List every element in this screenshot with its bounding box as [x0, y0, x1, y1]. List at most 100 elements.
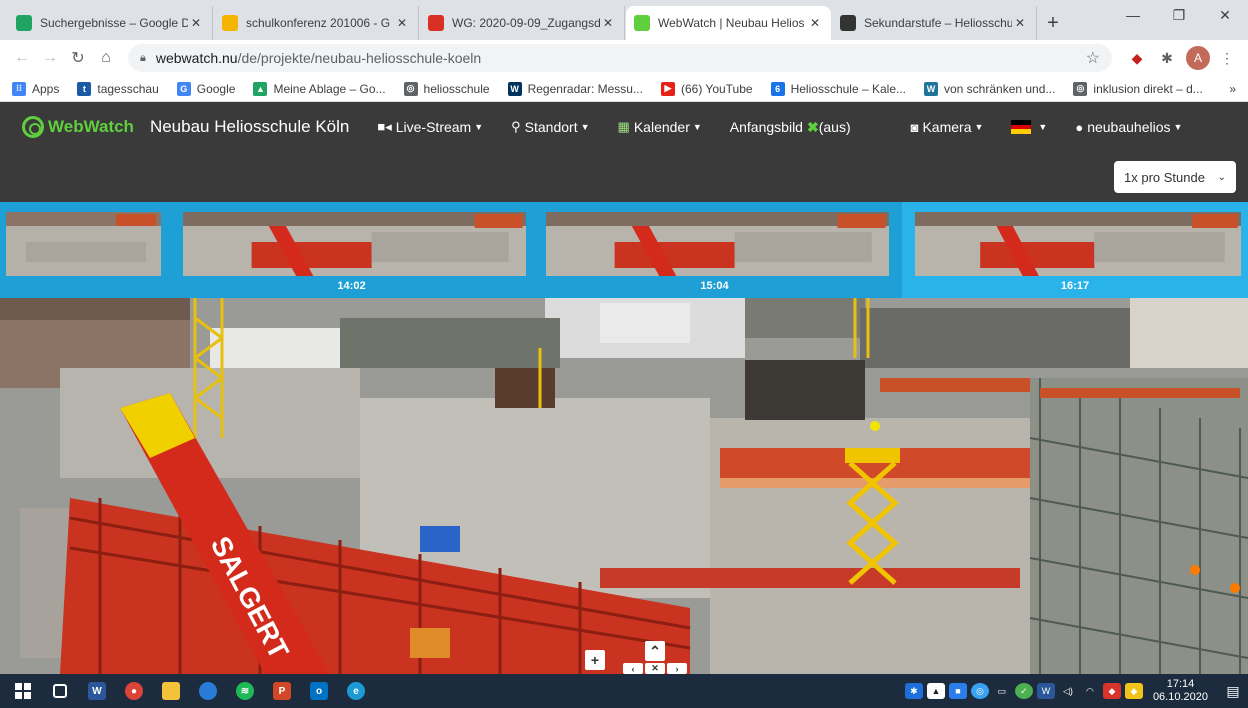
- wifi-icon[interactable]: ◠: [1081, 683, 1099, 699]
- tab-close-icon[interactable]: ✕: [394, 16, 410, 30]
- thumbnail-image[interactable]: [546, 212, 889, 278]
- extension-icon[interactable]: ◆: [1124, 45, 1150, 71]
- nav-language[interactable]: ▼: [1011, 120, 1048, 135]
- frequency-select[interactable]: 1x pro Stunde ⌄: [1114, 161, 1236, 193]
- camera-icon: ◙: [910, 119, 919, 135]
- pan-center-button[interactable]: ✕: [645, 663, 665, 674]
- webcam-image[interactable]: SALGERT: [0, 298, 1248, 674]
- bookmark-label: inklusion direkt – d...: [1093, 81, 1203, 96]
- wdr-icon: W: [507, 81, 522, 96]
- tray-app-icon[interactable]: ◎: [970, 683, 989, 699]
- pan-up-button[interactable]: ⌃: [645, 641, 665, 661]
- bookmark-label: Heliosschule – Kale...: [790, 81, 906, 96]
- bookmark-label: Apps: [32, 81, 60, 96]
- close-window-button[interactable]: ✕: [1202, 0, 1248, 30]
- nav-kalender[interactable]: ▦ Kalender ▼: [618, 119, 702, 135]
- task-view-icon[interactable]: [43, 674, 77, 708]
- forward-arrow-icon[interactable]: →: [36, 44, 64, 72]
- bookmarks-overflow-icon[interactable]: »: [1229, 82, 1236, 96]
- nav-standort[interactable]: ⚲ Standort ▼: [511, 119, 589, 135]
- nav-anfangsbild[interactable]: Anfangsbild ✖ (aus): [730, 119, 851, 136]
- browser-tab[interactable]: schulkonferenz 201006 - G ✕: [214, 6, 419, 40]
- bookmark-item[interactable]: W Regenradar: Messu...: [507, 81, 643, 96]
- bookmark-item[interactable]: G Google: [176, 81, 235, 96]
- nav-livestream[interactable]: ■◂ Live-Stream ▼: [377, 119, 483, 135]
- browser-tab[interactable]: WG: 2020-09-09_Zugangsd ✕: [420, 6, 625, 40]
- site-navbar: WebWatch Neubau Heliosschule Köln ■◂ Liv…: [0, 102, 1248, 152]
- browser-tab[interactable]: Sekundarstufe – Heliosschu ✕: [832, 6, 1037, 40]
- tray-check-icon[interactable]: ✓: [1014, 683, 1033, 699]
- url-bar[interactable]: 🔒︎ webwatch.nu/de/projekte/neubau-helios…: [128, 44, 1112, 72]
- back-arrow-icon[interactable]: ←: [8, 44, 36, 72]
- chrome-icon[interactable]: ●: [117, 674, 151, 708]
- tab-close-icon[interactable]: ✕: [600, 16, 616, 30]
- tab-close-icon[interactable]: ✕: [188, 16, 204, 30]
- profile-avatar[interactable]: A: [1186, 46, 1210, 70]
- tray-word-icon[interactable]: W: [1036, 683, 1055, 699]
- nav-user[interactable]: ● neubauhelios ▼: [1075, 119, 1182, 135]
- nav-standort-label: Standort: [524, 119, 578, 135]
- bookmark-item[interactable]: t tagesschau: [77, 81, 159, 96]
- bookmark-item[interactable]: ◎ inklusion direkt – d...: [1073, 81, 1203, 96]
- menu-kebab-icon[interactable]: ⋮: [1214, 45, 1240, 71]
- bookmark-item[interactable]: ▶ (66) YouTube: [660, 81, 753, 96]
- reload-icon[interactable]: ↻: [64, 44, 92, 72]
- system-clock[interactable]: 17:14 06.10.2020: [1153, 678, 1208, 704]
- bookmark-star-icon[interactable]: ☆: [1086, 48, 1100, 68]
- browser-tab[interactable]: Suchergebnisse – Google D ✕: [8, 6, 213, 40]
- bluetooth-icon[interactable]: ✱: [904, 683, 923, 699]
- lock-icon: 🔒︎: [140, 51, 146, 64]
- tray-app-icon[interactable]: ◆: [1124, 683, 1143, 699]
- bookmark-item[interactable]: ⁝⁝ Apps: [12, 81, 60, 96]
- bookmark-item[interactable]: ◎ heliosschule: [403, 81, 490, 96]
- zoom-in-button[interactable]: +: [585, 650, 605, 670]
- bookmark-label: von schränken und...: [944, 81, 1056, 96]
- gmail-icon: [428, 15, 444, 31]
- bookmark-item[interactable]: Wvon schränken und...: [924, 81, 1056, 96]
- thumbnail-image[interactable]: [183, 212, 526, 278]
- restore-button[interactable]: ❐: [1156, 0, 1202, 30]
- file-explorer-icon[interactable]: [154, 674, 188, 708]
- puzzle-extensions-icon[interactable]: ✱: [1154, 45, 1180, 71]
- tray-app-icon[interactable]: ▲: [926, 683, 945, 699]
- caret-down-icon: ▼: [580, 122, 590, 132]
- outlook-icon[interactable]: o: [302, 674, 336, 708]
- caret-down-icon: ▼: [974, 122, 984, 132]
- thumbnail-image[interactable]: [6, 212, 161, 278]
- notification-center-icon[interactable]: ▤: [1218, 683, 1248, 700]
- calendar-icon: 6: [770, 81, 785, 96]
- spotify-icon[interactable]: ≋: [228, 674, 262, 708]
- webwatch-ring-icon: [22, 116, 44, 138]
- caret-down-icon: ▼: [474, 122, 484, 132]
- bookmark-item[interactable]: ▲ Meine Ablage – Go...: [253, 81, 386, 96]
- tab-close-icon[interactable]: ✕: [807, 16, 823, 30]
- thumbnail-image[interactable]: [915, 212, 1241, 278]
- battery-icon[interactable]: ▭: [993, 683, 1011, 699]
- nav-kamera[interactable]: ◙ Kamera ▼: [911, 119, 984, 135]
- bookmark-label: tagesschau: [97, 81, 159, 96]
- word-icon[interactable]: W: [80, 674, 114, 708]
- tray-app-icon[interactable]: ■: [948, 683, 967, 699]
- edge-icon[interactable]: e: [339, 674, 373, 708]
- pan-left-button[interactable]: ‹: [623, 663, 643, 674]
- bookmark-item[interactable]: 6 Heliosschule – Kale...: [770, 81, 906, 96]
- new-tab-button[interactable]: +: [1038, 6, 1068, 40]
- powerpoint-icon[interactable]: P: [265, 674, 299, 708]
- clock-date: 06.10.2020: [1152, 691, 1208, 703]
- windows-start-icon[interactable]: [6, 674, 40, 708]
- caret-down-icon: ▼: [1038, 122, 1048, 132]
- system-tray: ✱ ▲ ■ ◎ ▭ ✓ W ◁) ◠ ◆ ◆ 17:14 06.10.2020 …: [903, 674, 1248, 708]
- tab-title: Suchergebnisse – Google D: [40, 16, 188, 30]
- network-icon[interactable]: [191, 674, 225, 708]
- clock-time: 17:14: [1166, 678, 1195, 690]
- home-icon[interactable]: ⌂: [92, 44, 120, 72]
- webwatch-logo[interactable]: WebWatch: [22, 116, 134, 138]
- tab-close-icon[interactable]: ✕: [1012, 16, 1028, 30]
- tagesschau-icon: t: [77, 81, 92, 96]
- pan-right-button[interactable]: ›: [667, 663, 687, 674]
- minimize-button[interactable]: —: [1110, 0, 1156, 30]
- tray-app-icon[interactable]: ◆: [1102, 683, 1121, 699]
- google-icon: G: [176, 81, 191, 96]
- volume-icon[interactable]: ◁): [1059, 683, 1077, 699]
- browser-tab[interactable]: WebWatch | Neubau Helios ✕: [626, 6, 831, 40]
